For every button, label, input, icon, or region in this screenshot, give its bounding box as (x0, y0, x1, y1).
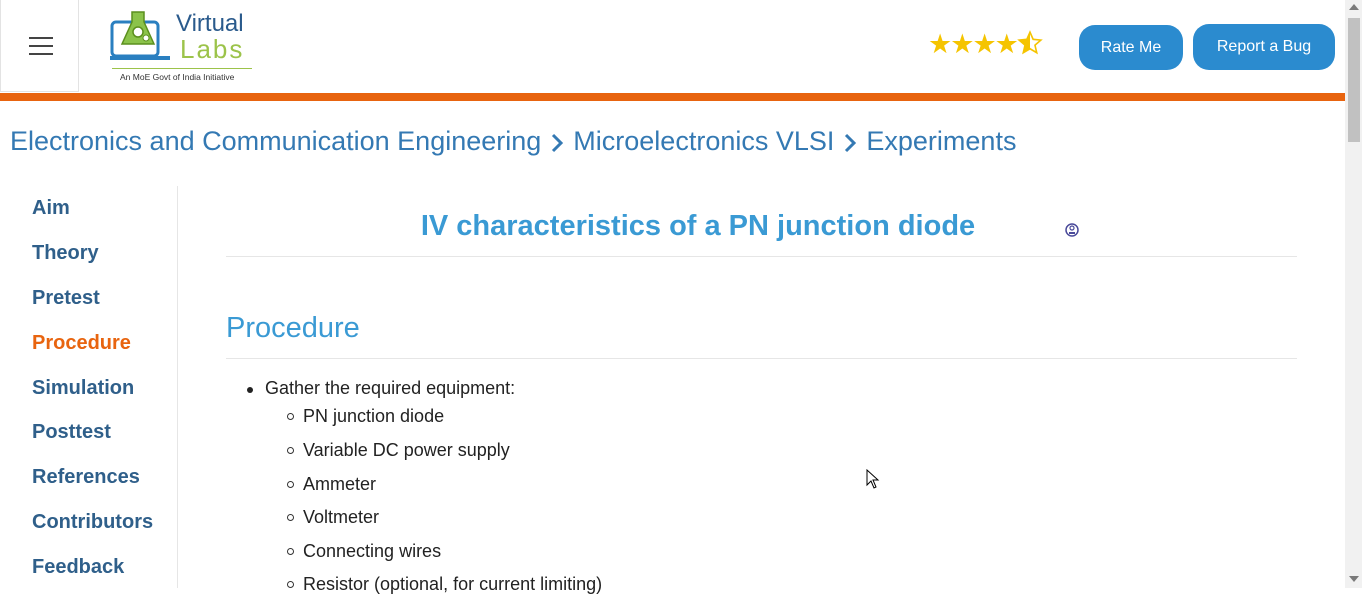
sidebar-item-references[interactable]: References (32, 466, 140, 489)
sidebar-item-aim[interactable]: Aim (32, 197, 70, 220)
title-divider (226, 256, 1297, 257)
header-accent-bar (0, 93, 1345, 101)
sublist-bullet (287, 548, 294, 555)
sidebar-item-simulation[interactable]: Simulation (32, 377, 134, 400)
sidebar-item-pretest[interactable]: Pretest (32, 287, 100, 310)
menu-bar-line (29, 37, 53, 39)
top-header: Virtual Labs An MoE Govt of India Initia… (0, 0, 1345, 93)
scrollbar-thumb[interactable] (1348, 18, 1360, 142)
logo-divider (112, 68, 252, 69)
scroll-up-arrow-icon[interactable] (1349, 4, 1359, 10)
sidebar-item-theory[interactable]: Theory (32, 242, 99, 265)
rate-me-button[interactable]: Rate Me (1079, 25, 1183, 70)
section-divider (226, 358, 1297, 359)
breadcrumb-item-lab[interactable]: Microelectronics VLSI (573, 126, 834, 157)
breadcrumb-item-experiments[interactable]: Experiments (866, 126, 1016, 157)
sidebar-item-feedback[interactable]: Feedback (32, 556, 124, 579)
logo-line2: Labs (180, 34, 245, 64)
sublist-item: Connecting wires (303, 541, 442, 561)
menu-bar-line (29, 45, 53, 47)
menu-bar-line (29, 53, 53, 55)
star-icon: ★ (928, 29, 952, 59)
sublist-item: Voltmeter (303, 507, 380, 527)
star-icon: ★ (950, 29, 974, 59)
chevron-right-icon (541, 126, 573, 157)
half-star-icon (1017, 30, 1043, 58)
sublist-bullet (287, 581, 294, 588)
sublist-item: Resistor (optional, for current limiting… (303, 574, 603, 594)
experiment-title: IV characteristics of a PN junction diod… (420, 210, 976, 242)
hamburger-menu-button[interactable] (0, 0, 79, 92)
chevron-right-icon (834, 126, 866, 157)
sublist-item: Variable DC power supply (303, 440, 510, 460)
sidebar-item-posttest[interactable]: Posttest (32, 421, 111, 444)
sidebar-item-procedure[interactable]: Procedure (32, 332, 131, 355)
flask-logo-icon (110, 11, 170, 60)
star-icon: ★ (972, 29, 996, 59)
logo-tagline: An MoE Govt of India Initiative (120, 72, 235, 82)
report-bug-button[interactable]: Report a Bug (1193, 24, 1335, 70)
sublist-item: PN junction diode (303, 406, 445, 426)
sublist-bullet (287, 481, 294, 488)
section-heading: Procedure (226, 312, 360, 344)
logo-line1: Virtual (176, 10, 244, 37)
virtual-labs-logo[interactable]: Virtual Labs An MoE Govt of India Initia… (110, 6, 260, 86)
sublist-bullet (287, 514, 294, 521)
sublist-item: Ammeter (303, 474, 377, 494)
mouse-cursor-icon (866, 469, 880, 489)
sublist-bullet (287, 413, 294, 420)
sidebar-nav: Aim Theory Pretest Procedure Simulation … (0, 186, 178, 588)
info-icon[interactable] (1065, 223, 1079, 237)
breadcrumb: Electronics and Communication Engineerin… (10, 126, 1016, 157)
list-bullet (247, 387, 253, 393)
rating-stars[interactable]: ★★★★ (928, 30, 1043, 58)
scroll-down-arrow-icon[interactable] (1349, 576, 1359, 582)
list-item: Gather the required equipment: (265, 378, 516, 398)
breadcrumb-item-discipline[interactable]: Electronics and Communication Engineerin… (10, 126, 541, 157)
sublist-bullet (287, 447, 294, 454)
sidebar-item-contributors[interactable]: Contributors (32, 511, 153, 534)
star-icon: ★ (994, 29, 1019, 59)
